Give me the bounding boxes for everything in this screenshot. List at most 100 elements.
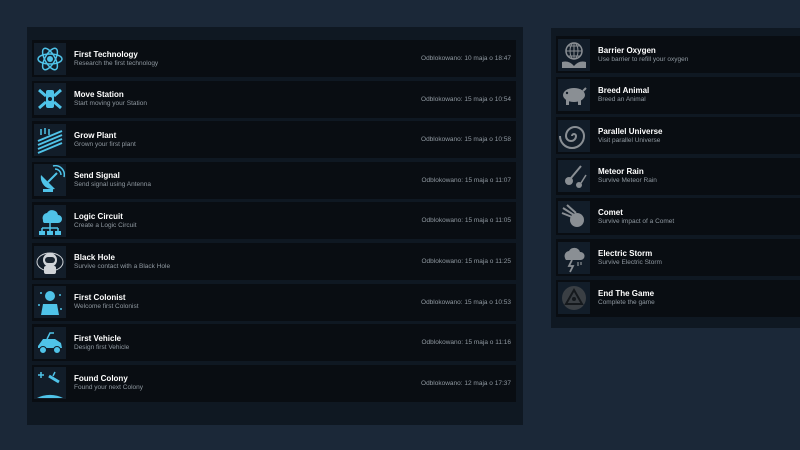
achievement-row: First Vehicle Design first Vehicle Odbloko… — [32, 324, 516, 362]
achievement-row: Parallel Universe Visit parallel Universe — [556, 117, 800, 155]
unlock-date: Odblokowano: 15 maja o 10:54 — [421, 95, 511, 103]
achievement-title: First Colonist — [74, 293, 126, 303]
unlock-date: Odblokowano: 15 maja o 11:05 — [421, 217, 512, 225]
achievement-text: Comet Survive impact of a Comet — [598, 208, 800, 226]
achievement-text: Send Signal Send signal using Antenna — [74, 171, 422, 189]
achievement-text: Meteor Rain Survive Meteor Rain — [598, 167, 800, 185]
achievement-row: Meteor Rain Survive Meteor Rain — [556, 157, 800, 195]
achievement-title: Move Station — [74, 90, 124, 100]
locked-achievements-panel: Barrier Oxygen Use barrier to refill your… — [551, 28, 800, 328]
achievement-title: Comet — [598, 207, 623, 217]
unlock-date: Odblokowano: 15 maja o 11:16 — [421, 339, 512, 347]
achievement-description: Survive contact with a Black Hole — [74, 262, 171, 270]
cloud-circuit-icon — [34, 204, 66, 237]
achievement-description: Create a Logic Circuit — [74, 221, 137, 229]
achievement-description: Start moving your Station — [74, 100, 147, 108]
unlocked-achievements-panel: First Technology Research the first techn… — [27, 27, 523, 425]
achievement-title: End The Game — [598, 289, 655, 299]
achievement-title: Black Hole — [74, 252, 115, 262]
unlock-date: Odblokowano: 15 maja o 11:07 — [421, 176, 512, 184]
achievement-row: Move Station Start moving your Station Odb… — [32, 80, 516, 118]
achievement-row: End The Game Complete the game — [556, 279, 800, 317]
achievement-row: Breed Animal Breed an Animal — [556, 76, 800, 114]
achievement-description: Survive impact of a Comet — [598, 217, 675, 225]
astronaut-icon-graphic — [36, 252, 64, 274]
globe-hand-icon-graphic — [562, 41, 586, 68]
achievement-title: Barrier Oxygen — [598, 45, 656, 55]
achievement-title: Electric Storm — [598, 248, 653, 258]
achievement-description: Complete the game — [598, 299, 655, 307]
achievement-description: Grown your first plant — [74, 140, 136, 148]
achievement-title: Logic Circuit — [74, 211, 123, 221]
achievement-row: Electric Storm Survive Electric Storm — [556, 239, 800, 276]
achievement-text: Move Station Start moving your Station — [74, 90, 421, 108]
planet-icon — [34, 367, 66, 400]
achievement-text: Found Colony Found your next Colony — [74, 374, 421, 392]
achievement-title: Grow Plant — [74, 130, 117, 140]
achievement-row: Grow Plant Grown your first plant Odblokow… — [32, 121, 516, 159]
achievement-row: First Colonist Welcome first Colonist Odbl… — [32, 283, 516, 321]
achievement-text: Breed Animal Breed an Animal — [598, 86, 800, 104]
station-icon-graphic — [38, 88, 62, 110]
achievement-description: Visit parallel Universe — [598, 136, 661, 144]
achievement-text: Black Hole Survive contact with a Black H… — [74, 253, 422, 271]
colonist-icon-graphic — [38, 291, 62, 316]
astronaut-icon — [34, 245, 66, 278]
field-icon-graphic — [37, 127, 63, 154]
triangle-emblem-icon — [558, 282, 590, 315]
spiral-galaxy-icon — [558, 119, 590, 152]
achievement-description: Welcome first Colonist — [74, 303, 139, 311]
meteors-icon-graphic — [565, 165, 587, 189]
achievement-title: First Vehicle — [74, 333, 122, 343]
unlock-date: Odblokowano: 12 maja o 17:37 — [421, 379, 511, 387]
meteors-icon — [558, 160, 590, 193]
satellite-dish-icon-graphic — [40, 165, 65, 193]
achievement-text: Grow Plant Grown your first plant — [74, 131, 421, 149]
atom-icon-graphic — [37, 47, 63, 70]
atom-icon — [34, 42, 66, 75]
field-icon — [34, 123, 66, 156]
spiral-galaxy-icon-graphic — [559, 125, 586, 149]
pig-icon-graphic — [563, 87, 587, 106]
achievement-description: Design first Vehicle — [74, 343, 130, 351]
unlock-date: Odblokowano: 15 maja o 11:25 — [421, 258, 512, 265]
achievement-text: End The Game Complete the game — [598, 289, 800, 307]
achievement-text: First Vehicle Design first Vehicle — [74, 334, 422, 352]
achievement-row: Send Signal Send signal using Antenna Odbl… — [32, 161, 516, 199]
planet-icon-graphic — [37, 371, 63, 399]
colonist-icon — [34, 286, 66, 319]
unlock-date: Odblokowano: 15 maja o 10:58 — [421, 136, 511, 144]
comet-icon — [558, 200, 590, 233]
achievement-title: Send Signal — [74, 171, 120, 181]
achievement-row: Black Hole Survive contact with a Black H… — [32, 243, 516, 280]
achievement-description: Use barrier to refill your oxygen — [598, 55, 689, 63]
achievement-title: Breed Animal — [598, 86, 650, 96]
cloud-circuit-icon-graphic — [39, 210, 62, 235]
achievement-description: Survive Meteor Rain — [598, 177, 657, 185]
achievement-description: Research the first technology — [74, 59, 159, 67]
achievement-row: Barrier Oxygen Use barrier to refill your… — [556, 36, 800, 73]
achievement-row: Found Colony Found your next Colony Odblok… — [32, 364, 516, 402]
rover-icon — [34, 326, 66, 359]
achievement-title: Parallel Universe — [598, 126, 663, 136]
achievement-title: Meteor Rain — [598, 167, 644, 177]
achievement-row: Comet Survive impact of a Comet — [556, 198, 800, 236]
pig-icon — [558, 79, 590, 112]
unlock-date: Odblokowano: 10 maja o 18:47 — [421, 55, 511, 62]
achievement-title: Found Colony — [74, 374, 128, 384]
achievement-text: Parallel Universe Visit parallel Universe — [598, 127, 800, 145]
storm-cloud-icon-graphic — [564, 247, 585, 272]
achievement-text: Logic Circuit Create a Logic Circuit — [74, 212, 422, 230]
achievement-description: Survive Electric Storm — [598, 258, 662, 266]
comet-icon-graphic — [561, 204, 584, 227]
rover-icon-graphic — [38, 331, 62, 354]
storm-cloud-icon — [558, 241, 590, 274]
achievement-text: First Technology Research the first techn… — [74, 50, 421, 68]
satellite-dish-icon — [34, 164, 66, 197]
achievement-text: Electric Storm Survive Electric Storm — [598, 249, 800, 267]
unlock-date: Odblokowano: 15 maja o 10:53 — [421, 298, 511, 306]
achievement-row: First Technology Research the first techn… — [32, 40, 516, 77]
station-icon — [34, 83, 66, 116]
achievement-title: First Technology — [74, 49, 138, 59]
triangle-emblem-icon-graphic — [562, 286, 586, 311]
